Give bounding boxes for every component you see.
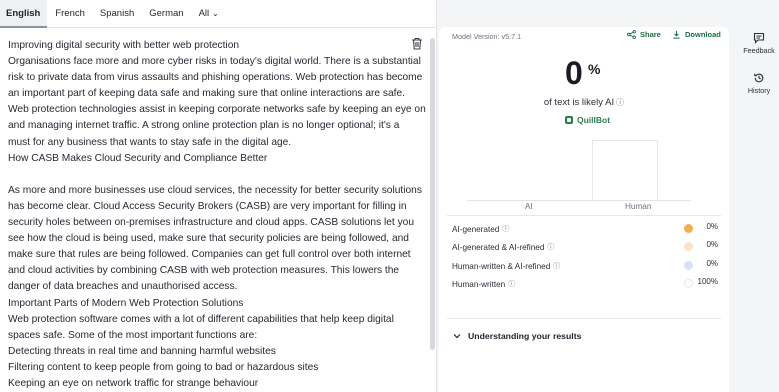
breakdown-value: 100% (697, 277, 718, 286)
tab-english[interactable]: English (0, 0, 48, 28)
text-line: Improving digital security with better w… (8, 40, 240, 51)
text-editor-panel: English French Spanish German All ⌄ Impro… (0, 0, 437, 392)
text-line: How CASB Makes Cloud Security and Compli… (8, 152, 268, 164)
percent-sign: % (588, 61, 601, 77)
ai-caption: of text is likely AI ⓘ (439, 97, 729, 108)
info-icon[interactable]: ⓘ (508, 279, 515, 289)
text-line: Keeping an eye on network traffic for st… (8, 377, 259, 389)
info-icon[interactable]: ⓘ (616, 98, 624, 107)
breakdown-row-ai-generated: AI-generated ⓘ 0% (452, 222, 718, 236)
editor-scrollbar[interactable] (430, 38, 435, 350)
divider (447, 318, 721, 319)
chart-baseline (467, 200, 691, 201)
model-version: Model Version: v5.7.1 (452, 32, 522, 41)
text-line: spaces safe. Some of the most important … (8, 329, 258, 341)
chevron-down-icon (453, 334, 461, 339)
axis-label-ai: AI (525, 202, 533, 211)
breakdown-row-ai-refined: AI-generated & AI-refined ⓘ 0% (452, 240, 718, 254)
color-dot (684, 224, 693, 233)
breakdown-value: 0% (706, 222, 718, 231)
divider (447, 215, 721, 216)
text-line: an important part of keeping data safe a… (8, 88, 405, 100)
brand-name: QuillBot (577, 115, 611, 125)
tab-label: Spanish (99, 8, 135, 19)
download-button[interactable]: Download (672, 30, 721, 39)
tab-label: All (198, 8, 210, 19)
breakdown-label: Human-written & AI-refined (452, 261, 551, 271)
text-line: Web protection software comes with a lot… (8, 313, 394, 325)
text-line: Organisations face more and more cyber r… (8, 56, 421, 68)
share-label: Share (640, 30, 661, 39)
axis-label-human: Human (625, 202, 652, 211)
breakdown-value: 0% (706, 240, 718, 249)
language-tabs: English French Spanish German All ⌄ (0, 0, 437, 28)
color-dot (684, 279, 693, 288)
text-line: see how the cloud is being used, make su… (8, 233, 409, 245)
chart-bar-human (592, 140, 658, 201)
text-line: Detecting threats in real time and banni… (8, 345, 276, 357)
tab-label: English (6, 8, 41, 19)
tab-all-dropdown[interactable]: All ⌄ (192, 0, 226, 27)
text-line: As more and more businesses use cloud se… (8, 184, 422, 196)
tab-label: German (149, 8, 184, 19)
download-icon (673, 30, 680, 39)
breakdown-value: 0% (706, 259, 718, 268)
quillbot-logo-icon (565, 116, 573, 124)
history-label: History (747, 86, 771, 95)
ai-caption-text: of text is likely AI (543, 97, 615, 108)
feedback-button[interactable]: Feedback (739, 32, 779, 55)
breakdown-label: Human-written (452, 279, 506, 289)
quillbot-brand: QuillBot (564, 115, 610, 125)
understanding-label: Understanding your results (468, 331, 582, 341)
text-line: and managing internet traffic. A strong … (8, 120, 400, 132)
trash-icon[interactable] (411, 37, 423, 50)
breakdown-row-human-ai-refined: Human-written & AI-refined ⓘ 0% (452, 259, 718, 273)
info-icon[interactable]: ⓘ (547, 242, 554, 252)
chevron-down-icon: ⌄ (212, 9, 219, 18)
color-dot (684, 242, 693, 251)
text-line: Filtering content to keep people from go… (8, 361, 319, 373)
tab-label: French (55, 8, 85, 19)
info-icon[interactable]: ⓘ (553, 261, 560, 271)
feedback-icon (753, 32, 765, 44)
tab-german[interactable]: German (142, 0, 190, 27)
history-icon (754, 73, 764, 83)
text-line: danger of data breaches and unauthorised… (8, 281, 238, 293)
input-text-area[interactable]: Improving digital security with better w… (8, 38, 426, 392)
breakdown-row-human-written: Human-written ⓘ 100% (452, 277, 718, 291)
color-dot (684, 261, 693, 270)
results-panel: Model Version: v5.7.1 Share Download 0 %… (439, 27, 729, 392)
download-label: Download (685, 30, 721, 39)
text-line: has become clear. Cloud Access Security … (8, 200, 407, 212)
understanding-results-toggle[interactable]: Understanding your results (453, 331, 581, 341)
tab-french[interactable]: French (48, 0, 92, 27)
info-icon[interactable]: ⓘ (502, 224, 509, 234)
feedback-label: Feedback (743, 46, 775, 55)
share-button[interactable]: Share (627, 30, 661, 39)
ai-percent-value: 0 (565, 55, 583, 91)
share-icon (627, 30, 636, 39)
text-line: security holes between on-premises infra… (8, 217, 415, 229)
text-line: must for any business that wants to stay… (8, 136, 292, 148)
text-line: Web protection technologies assist in ke… (8, 104, 426, 116)
text-line: risk to private data from virus assaults… (8, 72, 423, 84)
breakdown-label: AI-generated (452, 224, 500, 234)
text-line: and cloud activities by combining CASB w… (8, 265, 400, 277)
breakdown-label: AI-generated & AI-refined (452, 242, 545, 252)
text-line: make sure that rules are being followed.… (8, 249, 411, 261)
text-line: Important Parts of Modern Web Protection… (8, 297, 244, 309)
text-line (8, 167, 408, 183)
history-button[interactable]: History (739, 72, 779, 95)
tab-spanish[interactable]: Spanish (93, 0, 141, 27)
